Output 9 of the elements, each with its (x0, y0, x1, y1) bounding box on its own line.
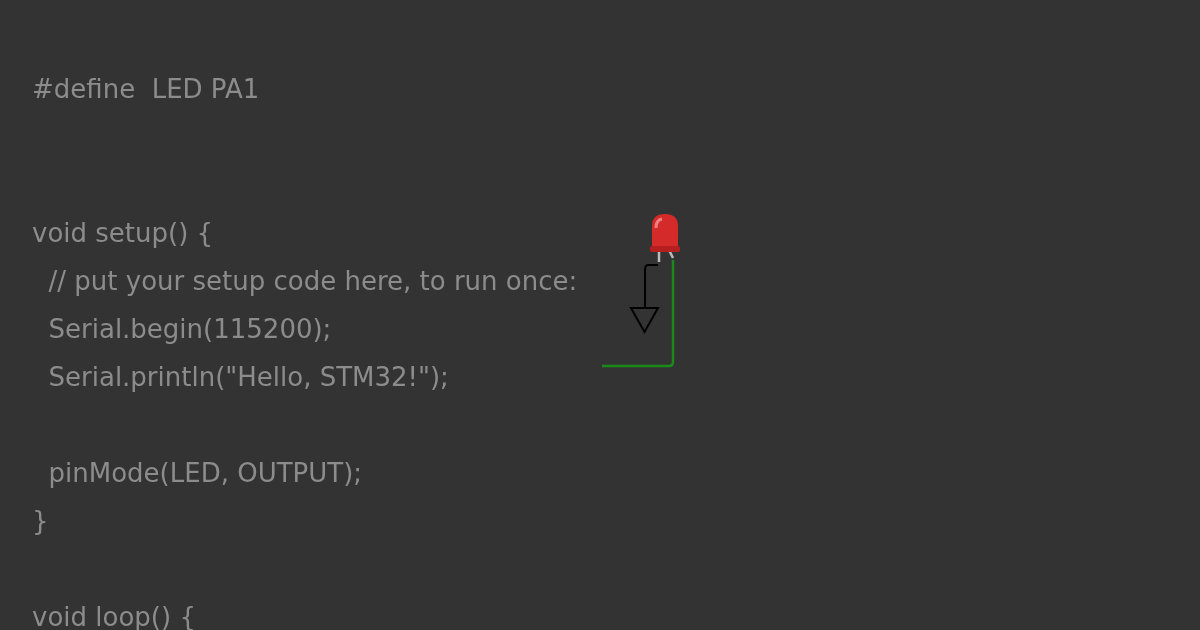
code-line: #define LED PA1 (32, 74, 260, 104)
code-line: void setup() { (32, 218, 214, 248)
led-icon (650, 214, 680, 264)
code-line: // put your setup code here, to run once: (47, 266, 578, 296)
code-line: } (32, 506, 49, 536)
ground-symbol-icon (629, 264, 660, 335)
code-line: Serial.begin(115200); (47, 314, 332, 344)
code-line: pinMode(LED, OUTPUT); (47, 458, 363, 488)
code-line: Serial.println("Hello, STM32!"); (47, 362, 449, 392)
